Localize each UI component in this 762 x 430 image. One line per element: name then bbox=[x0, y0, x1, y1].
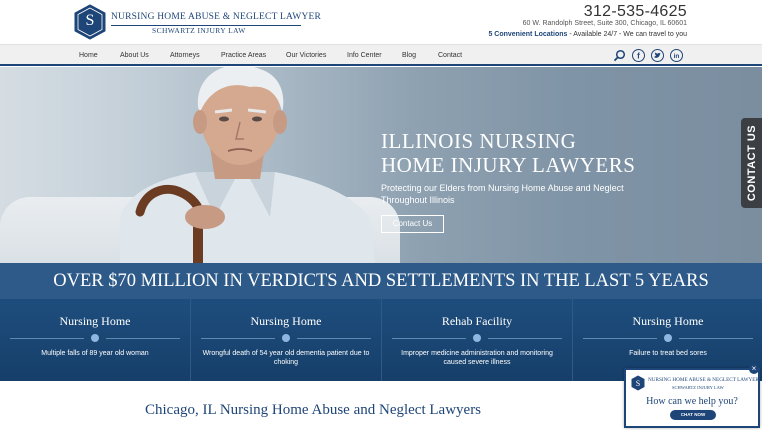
twitter-icon[interactable] bbox=[651, 49, 664, 62]
case-result-rule bbox=[106, 338, 180, 339]
verdicts-banner: OVER $70 MILLION IN VERDICTS AND SETTLEM… bbox=[0, 263, 762, 299]
case-result-title: Nursing Home bbox=[632, 314, 704, 328]
chat-close-icon[interactable]: × bbox=[749, 364, 759, 374]
verdicts-banner-text: OVER $70 MILLION IN VERDICTS AND SETTLEM… bbox=[53, 271, 709, 291]
case-result-dot bbox=[282, 334, 290, 342]
case-result-rule bbox=[10, 338, 84, 339]
case-result-description: Improper medicine administration and mon… bbox=[401, 350, 553, 366]
contact-us-side-tab-label: CONTACT US bbox=[745, 124, 758, 202]
office-address: 60 W. Randolph Street, Suite 300, Chicag… bbox=[522, 20, 687, 27]
hero-title-line1: ILLINOIS NURSING bbox=[381, 129, 577, 153]
hero-subtitle: Protecting our Elders from Nursing Home … bbox=[381, 183, 624, 205]
locations-text: - Available 24/7 - We can travel to you bbox=[567, 31, 687, 38]
chat-brand: Nursing Home Abuse & Neglect Lawyer bbox=[648, 377, 759, 383]
svg-text:f: f bbox=[637, 52, 640, 61]
chat-now-button[interactable]: CHAT NOW bbox=[670, 410, 716, 420]
chat-brand-subtitle: Schwartz Injury Law bbox=[672, 385, 724, 390]
case-result-description: Wrongful death of 54 year old dementia p… bbox=[202, 350, 370, 366]
nav-item-info-center[interactable]: Info Center bbox=[347, 52, 382, 59]
case-result-card[interactable]: Rehab Facility Improper medicine adminis… bbox=[382, 299, 572, 381]
intro-heading: Chicago, IL Nursing Home Abuse and Negle… bbox=[145, 402, 482, 418]
case-result-title: Rehab Facility bbox=[441, 314, 513, 328]
logo-title: Nursing Home Abuse & Neglect Lawyer bbox=[111, 12, 322, 22]
case-result-dot bbox=[91, 334, 99, 342]
case-result-rule bbox=[392, 338, 466, 339]
nav-item-about-us[interactable]: About Us bbox=[120, 52, 149, 59]
case-result-rule bbox=[201, 338, 275, 339]
nav-item-attorneys[interactable]: Attorneys bbox=[170, 52, 200, 59]
nav-item-practice-areas[interactable]: Practice Areas bbox=[221, 52, 266, 59]
chat-widget[interactable]: S Nursing Home Abuse & Neglect Lawyer Sc… bbox=[624, 368, 760, 428]
phone-number[interactable]: 312-535-4625 bbox=[584, 3, 687, 21]
locations-link[interactable]: 5 Convenient Locations bbox=[488, 31, 567, 38]
chat-logo-letter: S bbox=[636, 379, 640, 388]
nav-item-contact[interactable]: Contact bbox=[438, 52, 462, 59]
case-result-title: Nursing Home bbox=[59, 314, 131, 328]
site-header: S Nursing Home Abuse & Neglect Lawyer Sc… bbox=[0, 0, 762, 44]
hero-title-line2: HOME INJURY LAWYERS bbox=[381, 153, 636, 177]
nav-item-home[interactable]: Home bbox=[79, 52, 98, 59]
svg-text:in: in bbox=[674, 53, 680, 60]
case-result-card[interactable]: Nursing Home Wrongful death of 54 year o… bbox=[191, 299, 381, 381]
chat-logo-shield-icon: S bbox=[631, 375, 645, 391]
case-result-description: Failure to treat bed sores bbox=[629, 350, 707, 357]
search-icon[interactable] bbox=[613, 49, 626, 62]
hero-title: ILLINOIS NURSING HOME INJURY LAWYERS bbox=[381, 129, 635, 177]
case-result-rule bbox=[583, 338, 657, 339]
locations-line: 5 Convenient Locations - Available 24/7 … bbox=[488, 31, 687, 38]
case-result-description: Multiple falls of 89 year old woman bbox=[41, 350, 149, 357]
contact-us-button[interactable]: Contact Us bbox=[381, 215, 444, 233]
case-result-title: Nursing Home bbox=[250, 314, 322, 328]
contact-us-side-tab[interactable]: CONTACT US bbox=[741, 118, 762, 208]
facebook-icon[interactable]: f bbox=[632, 49, 645, 62]
case-result-card[interactable]: Nursing Home Multiple falls of 89 year o… bbox=[0, 299, 190, 381]
case-result-rule bbox=[679, 338, 753, 339]
nav-item-our-victories[interactable]: Our Victories bbox=[286, 52, 326, 59]
case-result-dot bbox=[664, 334, 672, 342]
linkedin-icon[interactable]: in bbox=[670, 49, 683, 62]
main-nav: Home About Us Attorneys Practice Areas O… bbox=[0, 44, 762, 66]
case-result-rule bbox=[297, 338, 371, 339]
logo-subtitle: Schwartz Injury Law bbox=[152, 26, 246, 35]
site-logo[interactable]: S Nursing Home Abuse & Neglect Lawyer Sc… bbox=[74, 4, 321, 40]
case-result-dot bbox=[473, 334, 481, 342]
logo-letter: S bbox=[85, 12, 95, 29]
nav-item-blog[interactable]: Blog bbox=[402, 52, 416, 59]
chat-question: How can we help you? bbox=[646, 396, 738, 407]
elderly-man-image bbox=[120, 67, 375, 263]
case-result-rule bbox=[488, 338, 562, 339]
hero-section: ILLINOIS NURSING HOME INJURY LAWYERS Pro… bbox=[0, 67, 762, 263]
